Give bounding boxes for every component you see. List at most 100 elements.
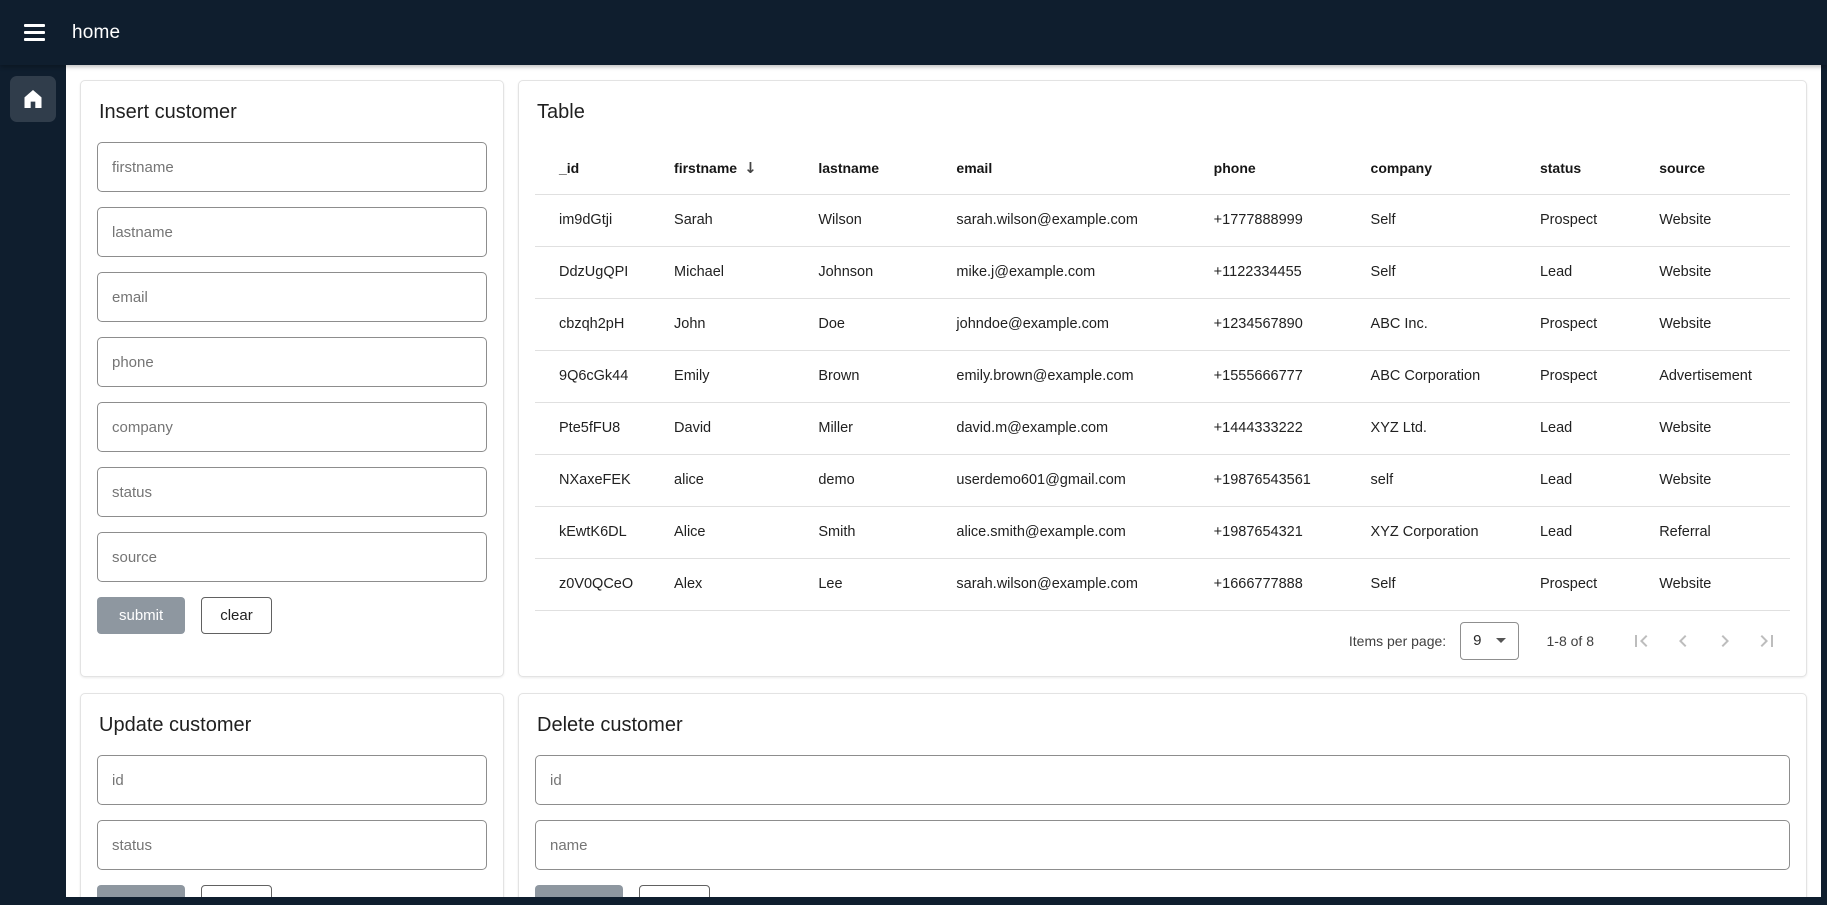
table-cell: Prospect xyxy=(1539,298,1658,350)
table-cell: Website xyxy=(1658,298,1790,350)
page-size-select[interactable]: 9 xyxy=(1460,622,1518,660)
table-cell: Lead xyxy=(1539,454,1658,506)
paginator: Items per page: 9 1-8 of 8 xyxy=(535,611,1790,663)
delete-customer-card: Delete customer submit clear xyxy=(518,693,1807,897)
column-header-lastname[interactable]: lastname xyxy=(817,142,955,194)
previous-page-icon xyxy=(1671,629,1695,653)
update-submit-button[interactable]: submit xyxy=(97,885,185,897)
table-header-row: _id firstname↓lastnameemailphone company st… xyxy=(535,142,1790,194)
table-cell: +1666777888 xyxy=(1213,558,1370,610)
delete-card-title: Delete customer xyxy=(537,714,1790,737)
delete-buttons-row: submit clear xyxy=(535,885,1790,897)
column-header-label: phone xyxy=(1214,160,1256,176)
menu-button[interactable] xyxy=(10,9,58,57)
table-cell: NXaxeFEK xyxy=(535,454,673,506)
column-header-label: _id xyxy=(559,160,579,176)
previous-page-button[interactable] xyxy=(1662,621,1704,661)
table-cell: Self xyxy=(1370,246,1539,298)
insert-buttons-row: submit clear xyxy=(97,597,487,634)
table-cell: Website xyxy=(1658,558,1790,610)
delete-id-input[interactable] xyxy=(535,755,1790,805)
table-cell: cbzqh2pH xyxy=(535,298,673,350)
update-id-input[interactable] xyxy=(97,755,487,805)
company-input[interactable] xyxy=(97,402,487,452)
column-header-status[interactable]: status xyxy=(1539,142,1658,194)
last-page-button[interactable] xyxy=(1746,621,1788,661)
table-cell: +1555666777 xyxy=(1213,350,1370,402)
source-input[interactable] xyxy=(97,532,487,582)
table-cell: Brown xyxy=(817,350,955,402)
email-input[interactable] xyxy=(97,272,487,322)
table-cell: Emily xyxy=(673,350,817,402)
column-header-label: source xyxy=(1659,160,1705,176)
firstname-input[interactable] xyxy=(97,142,487,192)
lastname-input[interactable] xyxy=(97,207,487,257)
table-cell: Website xyxy=(1658,454,1790,506)
table-cell: Wilson xyxy=(817,194,955,246)
table-row: 9Q6cGk44EmilyBrownemily.brown@example.co… xyxy=(535,350,1790,402)
table-cell: Lead xyxy=(1539,402,1658,454)
table-card: Table _idfirstname↓lastnameemailphonecom… xyxy=(518,80,1807,677)
table-cell: Miller xyxy=(817,402,955,454)
next-page-icon xyxy=(1713,629,1737,653)
insert-submit-button[interactable]: submit xyxy=(97,597,185,634)
table-row: im9dGtjiSarahWilsonsarah.wilson@example.… xyxy=(535,194,1790,246)
table-cell: +1777888999 xyxy=(1213,194,1370,246)
table-cell: demo xyxy=(817,454,955,506)
first-page-button[interactable] xyxy=(1620,621,1662,661)
table-cell: sarah.wilson@example.com xyxy=(955,558,1212,610)
table-cell: Michael xyxy=(673,246,817,298)
column-header-company[interactable]: company xyxy=(1370,142,1539,194)
table-cell: Smith xyxy=(817,506,955,558)
table-cell: +1122334455 xyxy=(1213,246,1370,298)
table-cell: johndoe@example.com xyxy=(955,298,1212,350)
sidebar xyxy=(0,65,66,905)
table-cell: XYZ Ltd. xyxy=(1370,402,1539,454)
update-status-input[interactable] xyxy=(97,820,487,870)
update-buttons-row: submit clear xyxy=(97,885,487,897)
table-cell: mike.j@example.com xyxy=(955,246,1212,298)
update-card-title: Update customer xyxy=(99,714,487,737)
table-cell: XYZ Corporation xyxy=(1370,506,1539,558)
table-cell: Johnson xyxy=(817,246,955,298)
next-page-button[interactable] xyxy=(1704,621,1746,661)
dropdown-arrow-icon xyxy=(1496,638,1506,643)
column-header-phone[interactable]: phone xyxy=(1213,142,1370,194)
table-cell: ABC Corporation xyxy=(1370,350,1539,402)
table-cell: Website xyxy=(1658,246,1790,298)
table-row: cbzqh2pHJohnDoejohndoe@example.com+12345… xyxy=(535,298,1790,350)
table-cell: userdemo601@gmail.com xyxy=(955,454,1212,506)
table-cell: DdzUgQPI xyxy=(535,246,673,298)
insert-clear-button[interactable]: clear xyxy=(201,597,272,634)
table-cell: Prospect xyxy=(1539,194,1658,246)
phone-input[interactable] xyxy=(97,337,487,387)
table-cell: Prospect xyxy=(1539,558,1658,610)
delete-name-input[interactable] xyxy=(535,820,1790,870)
customers-table: _id firstname↓lastnameemailphone company st… xyxy=(535,142,1790,611)
table-cell: z0V0QCeO xyxy=(535,558,673,610)
update-clear-button[interactable]: clear xyxy=(201,885,272,897)
table-cell: +19876543561 xyxy=(1213,454,1370,506)
home-icon xyxy=(21,87,45,111)
table-cell: +1444333222 xyxy=(1213,402,1370,454)
table-cell: Self xyxy=(1370,194,1539,246)
table-cell: Lead xyxy=(1539,246,1658,298)
delete-submit-button[interactable]: submit xyxy=(535,885,623,897)
delete-clear-button[interactable]: clear xyxy=(639,885,710,897)
table-cell: sarah.wilson@example.com xyxy=(955,194,1212,246)
column-header-_id[interactable]: _id xyxy=(535,142,673,194)
column-header-label: company xyxy=(1371,160,1432,176)
page-size-value: 9 xyxy=(1473,632,1481,649)
column-header-email[interactable]: email xyxy=(955,142,1212,194)
column-header-firstname[interactable]: firstname↓ xyxy=(673,142,817,194)
sidebar-home-button[interactable] xyxy=(10,76,56,122)
top-app-bar: home xyxy=(0,0,1827,65)
insert-card-title: Insert customer xyxy=(99,101,487,124)
column-header-source[interactable]: source xyxy=(1658,142,1790,194)
main-content: Insert customer submit clear Table _idfi… xyxy=(66,65,1821,897)
status-input[interactable] xyxy=(97,467,487,517)
table-cell: alice.smith@example.com xyxy=(955,506,1212,558)
column-header-label: status xyxy=(1540,160,1581,176)
table-cell: Referral xyxy=(1658,506,1790,558)
table-cell: Lee xyxy=(817,558,955,610)
